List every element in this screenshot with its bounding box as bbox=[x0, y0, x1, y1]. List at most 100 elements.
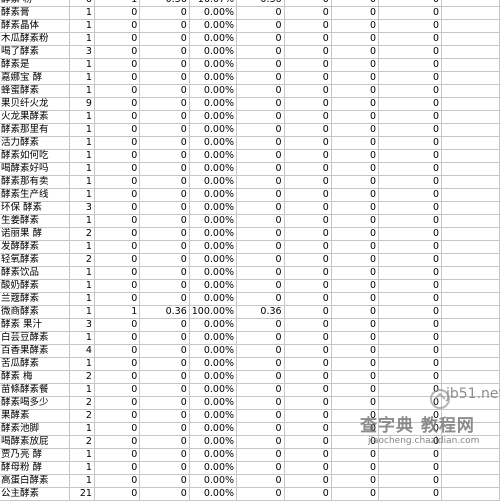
table-cell[interactable]: 0 bbox=[94, 19, 141, 33]
table-cell[interactable]: 0 bbox=[331, 279, 380, 293]
table-cell[interactable]: 0 bbox=[284, 266, 332, 280]
table-cell[interactable]: 0 bbox=[139, 19, 190, 33]
table-cell[interactable]: 酵素 果汁 bbox=[0, 318, 71, 332]
table-cell[interactable]: 0 bbox=[94, 331, 141, 345]
table-cell[interactable]: 0 bbox=[94, 487, 141, 501]
table-cell[interactable]: 0 bbox=[331, 6, 380, 20]
table-cell[interactable]: 0 bbox=[284, 279, 332, 293]
table-cell[interactable]: 0 bbox=[284, 71, 332, 85]
table-cell[interactable]: 4 bbox=[69, 344, 95, 358]
table-cell[interactable] bbox=[441, 149, 500, 163]
table-cell[interactable]: 0 bbox=[284, 58, 332, 72]
table-cell[interactable]: 0 bbox=[94, 266, 141, 280]
table-cell[interactable]: 0 bbox=[139, 162, 190, 176]
table-cell[interactable]: 0 bbox=[378, 45, 443, 59]
table-cell[interactable]: 0 bbox=[236, 214, 285, 228]
table-cell[interactable]: 公主酵素 bbox=[0, 487, 71, 501]
table-cell[interactable]: 0 bbox=[331, 487, 380, 501]
table-cell[interactable]: 0 bbox=[94, 279, 141, 293]
table-cell[interactable]: 1 bbox=[69, 84, 95, 98]
table-cell[interactable]: 酵素如何吃 bbox=[0, 149, 71, 163]
table-cell[interactable]: 0 bbox=[236, 370, 285, 384]
table-cell[interactable]: 0 bbox=[284, 201, 332, 215]
table-cell[interactable]: 0 bbox=[94, 396, 141, 410]
table-cell[interactable]: 0 bbox=[331, 305, 380, 319]
table-cell[interactable]: 0.00% bbox=[189, 175, 238, 189]
table-cell[interactable] bbox=[441, 84, 500, 98]
table-cell[interactable]: 0 bbox=[236, 201, 285, 215]
table-cell[interactable]: 0 bbox=[331, 84, 380, 98]
table-cell[interactable]: 1 bbox=[69, 422, 95, 436]
table-cell[interactable] bbox=[441, 110, 500, 124]
table-cell[interactable]: 0 bbox=[139, 201, 190, 215]
table-cell[interactable]: 0 bbox=[331, 188, 380, 202]
table-cell[interactable]: 2 bbox=[69, 435, 95, 449]
table-cell[interactable]: 0.00% bbox=[189, 357, 238, 371]
table-cell[interactable]: 1 bbox=[69, 71, 95, 85]
table-cell[interactable]: 1 bbox=[69, 110, 95, 124]
table-cell[interactable]: 0 bbox=[236, 383, 285, 397]
table-cell[interactable] bbox=[441, 305, 500, 319]
table-cell[interactable] bbox=[441, 175, 500, 189]
table-cell[interactable]: 火龙果酵素 bbox=[0, 110, 71, 124]
table-cell[interactable]: 0 bbox=[378, 84, 443, 98]
table-cell[interactable]: 1 bbox=[69, 279, 95, 293]
table-cell[interactable]: 0 bbox=[331, 396, 380, 410]
table-cell[interactable]: 0.00% bbox=[189, 292, 238, 306]
table-cell[interactable]: 0 bbox=[236, 149, 285, 163]
table-cell[interactable]: 0.00% bbox=[189, 123, 238, 137]
table-cell[interactable]: 0 bbox=[139, 214, 190, 228]
table-cell[interactable]: 1 bbox=[69, 448, 95, 462]
table-cell[interactable]: 0 bbox=[378, 58, 443, 72]
table-cell[interactable]: 0 bbox=[378, 461, 443, 475]
table-cell[interactable]: 酵素是 bbox=[0, 58, 71, 72]
table-cell[interactable]: 1 bbox=[69, 162, 95, 176]
table-cell[interactable]: 0 bbox=[331, 227, 380, 241]
table-cell[interactable]: 0 bbox=[94, 110, 141, 124]
table-cell[interactable]: 0 bbox=[236, 240, 285, 254]
table-cell[interactable]: 0 bbox=[378, 448, 443, 462]
table-cell[interactable]: 21 bbox=[69, 487, 95, 501]
table-cell[interactable]: 1 bbox=[94, 305, 141, 319]
table-cell[interactable] bbox=[441, 201, 500, 215]
table-cell[interactable]: 0 bbox=[236, 110, 285, 124]
table-cell[interactable]: 0 bbox=[236, 396, 285, 410]
table-cell[interactable]: 0 bbox=[139, 292, 190, 306]
table-cell[interactable]: 0 bbox=[284, 370, 332, 384]
table-cell[interactable]: 0 bbox=[94, 97, 141, 111]
table-cell[interactable]: 0 bbox=[331, 318, 380, 332]
table-cell[interactable]: 0.00% bbox=[189, 71, 238, 85]
table-cell[interactable]: 0 bbox=[94, 227, 141, 241]
table-cell[interactable]: 0 bbox=[284, 487, 332, 501]
table-cell[interactable] bbox=[441, 227, 500, 241]
table-cell[interactable]: 0 bbox=[139, 344, 190, 358]
table-cell[interactable]: 0 bbox=[284, 110, 332, 124]
table-cell[interactable]: 0 bbox=[331, 448, 380, 462]
table-cell[interactable]: 0 bbox=[94, 6, 141, 20]
table-cell[interactable]: 0 bbox=[94, 136, 141, 150]
table-cell[interactable]: 苗條酵素餐 bbox=[0, 383, 71, 397]
table-cell[interactable] bbox=[441, 448, 500, 462]
table-cell[interactable]: 0 bbox=[139, 45, 190, 59]
table-cell[interactable]: 0 bbox=[284, 344, 332, 358]
table-cell[interactable]: 0.00% bbox=[189, 487, 238, 501]
table-cell[interactable]: 2 bbox=[69, 227, 95, 241]
table-cell[interactable]: 0 bbox=[284, 474, 332, 488]
table-cell[interactable]: 1 bbox=[69, 123, 95, 137]
table-cell[interactable]: 0 bbox=[139, 461, 190, 475]
table-cell[interactable]: 0.00% bbox=[189, 422, 238, 436]
table-cell[interactable]: 0.00% bbox=[189, 461, 238, 475]
table-cell[interactable]: 嘉娜宝 酵 bbox=[0, 71, 71, 85]
table-cell[interactable]: 0 bbox=[139, 123, 190, 137]
table-cell[interactable]: 0 bbox=[139, 357, 190, 371]
table-cell[interactable]: 0 bbox=[139, 422, 190, 436]
table-cell[interactable]: 0.00% bbox=[189, 474, 238, 488]
table-cell[interactable]: 0 bbox=[94, 71, 141, 85]
table-cell[interactable]: 0 bbox=[139, 32, 190, 46]
table-cell[interactable]: 0 bbox=[378, 279, 443, 293]
table-cell[interactable]: 0 bbox=[284, 32, 332, 46]
table-cell[interactable]: 2 bbox=[69, 409, 95, 423]
table-cell[interactable]: 0 bbox=[284, 175, 332, 189]
table-cell[interactable]: 0 bbox=[139, 435, 190, 449]
table-cell[interactable]: 0 bbox=[284, 331, 332, 345]
